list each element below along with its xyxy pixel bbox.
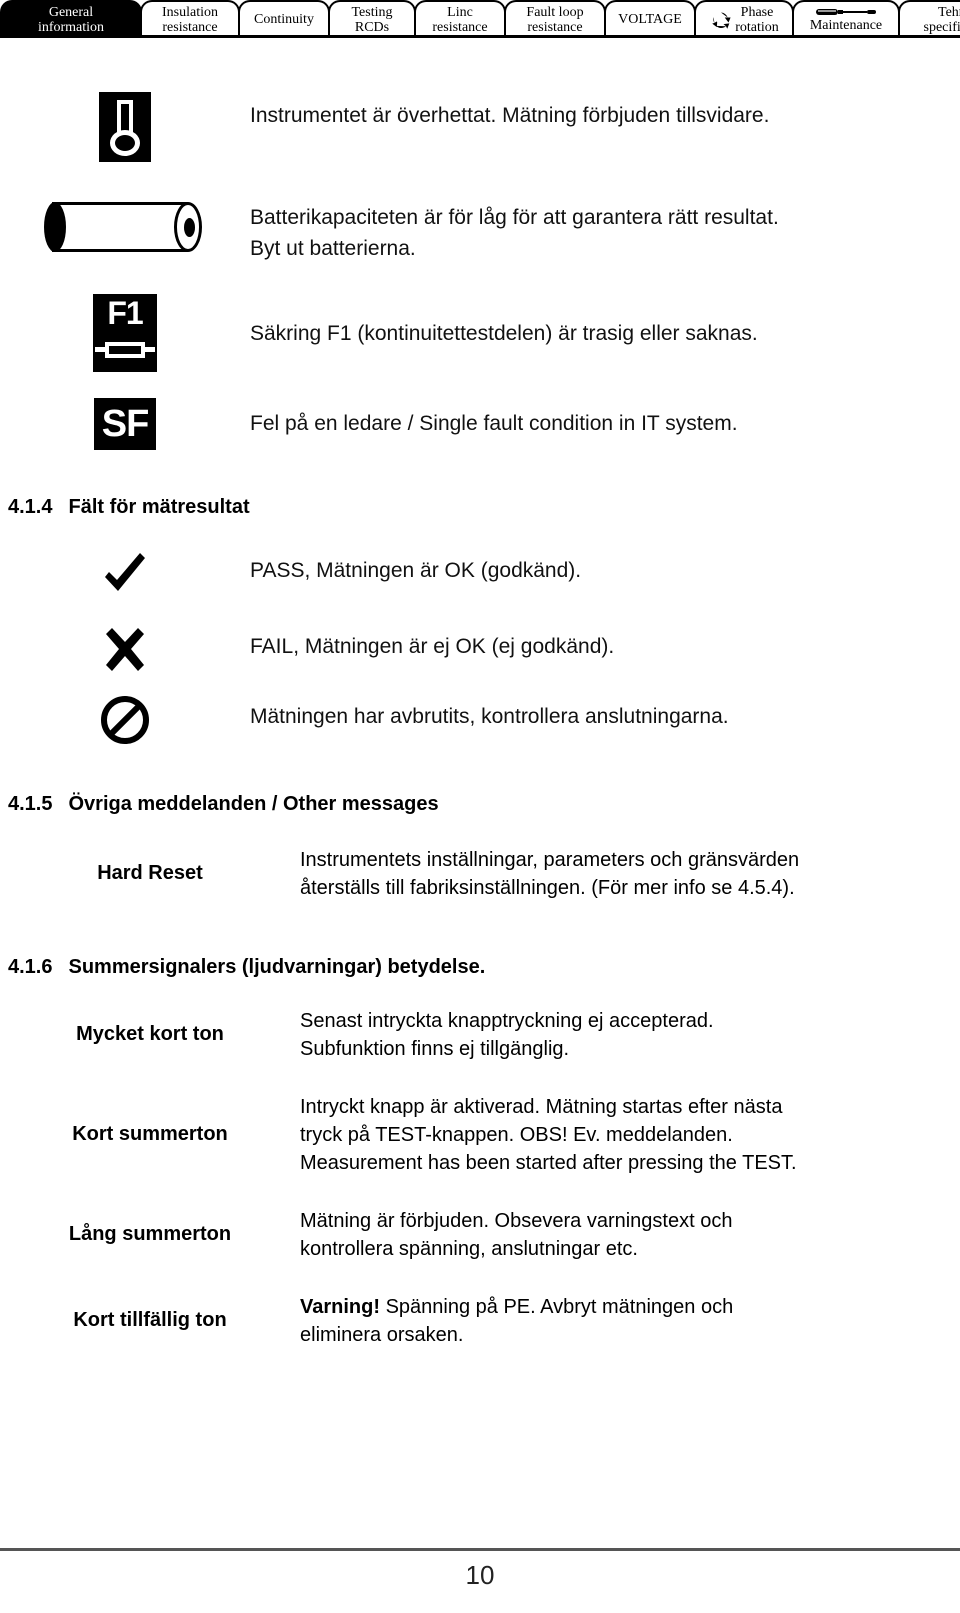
warning-text-overheat: Instrumentet är överhettat. Mätning förb…: [250, 104, 770, 127]
heading-title: Övriga meddelanden / Other messages: [68, 793, 439, 815]
footer-divider: [0, 1548, 960, 1551]
result-icon-cell: [0, 627, 250, 673]
buzzer-row-short-intermittent-tone: Kort tillfällig ton Varning! Spänning på…: [0, 1293, 960, 1349]
fuse-f1-icon: F1: [93, 294, 157, 372]
tab-label-line2: resistance: [432, 19, 488, 35]
buzzer-description-line1-rest: Spänning på PE. Avbryt mätningen och: [380, 1296, 734, 1318]
buzzer-term: Kort summerton: [72, 1123, 228, 1145]
result-text-aborted: Mätningen har avbrutits, kontrollera ans…: [250, 705, 729, 728]
tab-label-line1: Maintenance: [809, 18, 883, 33]
buzzer-description-line1: Mätning är förbjuden. Obsevera varningst…: [300, 1210, 733, 1232]
page-content: Instrumentet är överhettat. Mätning förb…: [0, 38, 960, 1349]
buzzer-description-line1: Varning! Spänning på PE. Avbryt mätninge…: [300, 1293, 733, 1321]
buzzer-description-line3: Measurement has been started after press…: [300, 1152, 797, 1174]
heading-4-1-4: 4.1.4 Fält för mätresultat: [8, 496, 960, 519]
sf-icon: SF: [94, 398, 156, 450]
tab-technical-specifications[interactable]: Tehnical specifications: [898, 0, 960, 35]
tab-phase-rotation[interactable]: Phase rotation: [694, 0, 794, 35]
buzzer-description-line2: tryck på TEST-knappen. OBS! Ev. meddelan…: [300, 1124, 733, 1146]
buzzer-description: Varning! Spänning på PE. Avbryt mätninge…: [300, 1293, 733, 1349]
tab-label-line2: resistance: [162, 19, 218, 35]
tab-maintenance[interactable]: Maintenance: [792, 0, 900, 35]
result-row-pass: PASS, Mätningen är OK (godkänd).: [0, 547, 960, 599]
tab-label-line2: rotation: [735, 19, 779, 35]
tab-label-line1: Testing: [351, 4, 393, 20]
result-row-fail: FAIL, Mätningen är ej OK (ej godkänd).: [0, 627, 960, 673]
heading-number: 4.1.6: [8, 956, 53, 978]
result-icon-cell: [0, 695, 250, 745]
warning-row-fuse: F1 Säkring F1 (kontinuitettestdelen) är …: [0, 294, 960, 372]
tab-label-line1: Phase: [740, 4, 774, 20]
tab-label-line1: General: [48, 4, 94, 20]
buzzer-description: Intryckt knapp är aktiverad. Mätning sta…: [300, 1093, 797, 1177]
tab-label-line2: resistance: [527, 19, 583, 35]
tab-label-line2: information: [37, 19, 105, 35]
warning-icon-cell: F1: [0, 294, 250, 372]
tab-voltage[interactable]: VOLTAGE: [604, 0, 696, 35]
warning-text-fuse: Säkring F1 (kontinuitettestdelen) är tra…: [250, 322, 758, 345]
warning-row-sf: SF Fel på en ledare / Single fault condi…: [0, 398, 960, 450]
heading-number: 4.1.5: [8, 793, 53, 815]
warning-icon-cell: SF: [0, 398, 250, 450]
cross-icon: [106, 628, 144, 671]
buzzer-term: Lång summerton: [68, 1223, 232, 1245]
heading-title: Summersignalers (ljudvarningar) betydels…: [68, 956, 486, 978]
tab-insulation-resistance[interactable]: Insulation resistance: [140, 0, 240, 35]
buzzer-description: Senast intryckta knapptryckning ej accep…: [300, 1007, 714, 1063]
warning-text-sf: Fel på en ledare / Single fault conditio…: [250, 412, 738, 435]
prohibited-icon: [101, 696, 149, 744]
message-description: Instrumentets inställningar, parameters …: [300, 846, 799, 902]
warning-text-battery-line2: Byt ut batterierna.: [250, 237, 416, 260]
tab-line-resistance[interactable]: Linc resistance: [414, 0, 506, 35]
warning-text-battery-line1: Batterikapaciteten är för låg för att ga…: [250, 206, 779, 229]
message-description-line1: Instrumentets inställningar, parameters …: [300, 849, 800, 871]
message-row-hard-reset: Hard Reset Instrumentets inställningar, …: [0, 846, 960, 902]
check-icon: [105, 553, 145, 591]
heading-4-1-5: 4.1.5 Övriga meddelanden / Other message…: [8, 793, 960, 816]
buzzer-term: Kort tillfällig ton: [73, 1309, 227, 1331]
buzzer-description: Mätning är förbjuden. Obsevera varningst…: [300, 1207, 732, 1263]
warning-row-overheat: Instrumentet är överhettat. Mätning förb…: [0, 92, 960, 162]
buzzer-description-line2: eliminera orsaken.: [300, 1324, 464, 1346]
buzzer-description-line2: kontrollera spänning, anslutningar etc.: [300, 1238, 638, 1260]
result-text-pass: PASS, Mätningen är OK (godkänd).: [250, 559, 582, 582]
buzzer-warning-lead: Varning!: [300, 1296, 381, 1318]
result-icon-cell: [0, 547, 250, 599]
tab-label-line1: Fault loop: [526, 4, 584, 20]
heading-4-1-6: 4.1.6 Summersignalers (ljudvarningar) be…: [8, 956, 960, 979]
tab-label-line2: specifications: [923, 19, 960, 35]
tab-bar: General information Insulation resistanc…: [0, 0, 960, 38]
heading-title: Fält för mätresultat: [68, 496, 250, 518]
tab-fault-loop-resistance[interactable]: Fault loop resistance: [504, 0, 606, 35]
heading-number: 4.1.4: [8, 496, 53, 518]
warning-icon-cell: [0, 200, 250, 258]
page-number: 10: [465, 1560, 495, 1590]
tab-label-line1: Continuity: [254, 12, 314, 27]
buzzer-description-line1: Senast intryckta knapptryckning ej accep…: [300, 1010, 714, 1032]
buzzer-term: Mycket kort ton: [76, 1023, 224, 1045]
tab-label-line1: Insulation: [162, 4, 218, 20]
tab-label-line1: Tehnical: [938, 4, 960, 20]
message-term: Hard Reset: [97, 862, 203, 884]
tab-label-line1: VOLTAGE: [618, 12, 682, 27]
screwdriver-icon: [816, 9, 876, 15]
message-description-line2: återställs till fabriksinställningen. (F…: [300, 877, 795, 899]
battery-icon: [44, 200, 206, 258]
buzzer-row-short-tone: Kort summerton Intryckt knapp är aktiver…: [0, 1093, 960, 1177]
tab-label-line1: Linc: [447, 4, 473, 20]
warning-row-battery: Batterikapaciteten är för låg för att ga…: [0, 200, 960, 264]
tab-label-line2: RCDs: [354, 19, 390, 35]
tab-continuity[interactable]: Continuity: [238, 0, 330, 35]
buzzer-description-line1: Intryckt knapp är aktiverad. Mätning sta…: [300, 1096, 783, 1118]
warning-icon-cell: [0, 92, 250, 162]
tab-general-information[interactable]: General information: [0, 0, 142, 35]
buzzer-row-long-tone: Lång summerton Mätning är förbjuden. Obs…: [0, 1207, 960, 1263]
buzzer-description-line2: Subfunktion finns ej tillgänglig.: [300, 1038, 570, 1060]
result-text-fail: FAIL, Mätningen är ej OK (ej godkänd).: [250, 635, 615, 658]
thermometer-icon: [99, 92, 151, 162]
buzzer-row-very-short-tone: Mycket kort ton Senast intryckta knapptr…: [0, 1007, 960, 1063]
result-row-aborted: Mätningen har avbrutits, kontrollera ans…: [0, 695, 960, 745]
phase-rotation-icon: [712, 12, 731, 29]
tab-testing-rcds[interactable]: Testing RCDs: [328, 0, 416, 35]
